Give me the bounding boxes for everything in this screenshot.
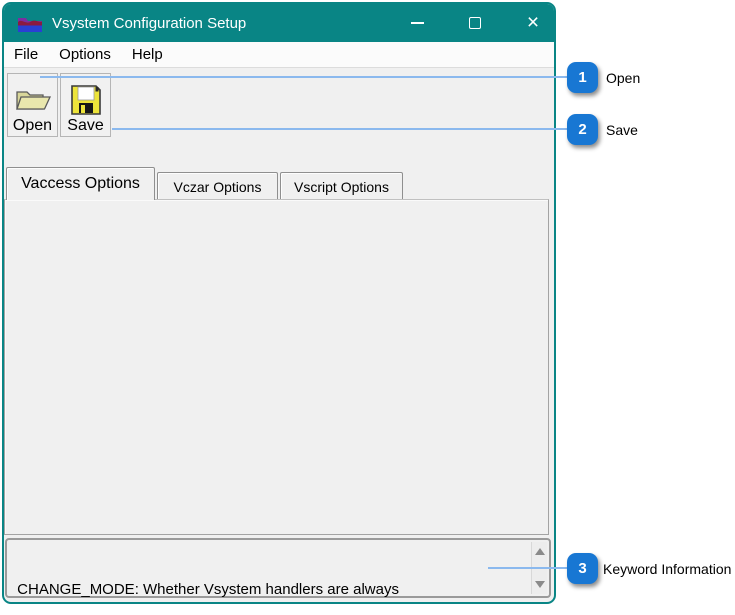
callout-badge-2: 2 xyxy=(567,114,598,145)
save-button[interactable]: Save xyxy=(60,73,111,137)
callout-label-save: Save xyxy=(606,122,638,138)
keyword-information-box: CHANGE_MODE: Whether Vsystem handlers ar… xyxy=(5,538,551,598)
save-button-label: Save xyxy=(67,117,103,135)
keyword-info-line1: CHANGE_MODE: Whether Vsystem handlers ar… xyxy=(13,581,525,599)
close-icon: × xyxy=(527,15,539,31)
callout-label-open: Open xyxy=(606,70,640,86)
maximize-icon xyxy=(469,17,481,29)
open-folder-icon xyxy=(14,85,52,116)
menu-options[interactable]: Options xyxy=(59,46,111,63)
menu-file[interactable]: File xyxy=(14,46,38,63)
tab-label: Vscript Options xyxy=(294,179,389,195)
open-button[interactable]: Open xyxy=(7,73,58,137)
scroll-down-icon[interactable] xyxy=(535,581,545,593)
minimize-button[interactable] xyxy=(409,15,425,31)
title-bar[interactable]: Vsystem Configuration Setup × xyxy=(4,4,554,42)
app-icon xyxy=(17,13,43,33)
menu-bar: File Options Help xyxy=(4,42,554,68)
tab-vczar-options[interactable]: Vczar Options xyxy=(157,172,278,200)
scroll-up-icon[interactable] xyxy=(535,543,545,555)
tab-label: Vaccess Options xyxy=(21,175,140,193)
tab-vaccess-options[interactable]: Vaccess Options xyxy=(6,167,155,200)
callout-line-2 xyxy=(112,128,568,130)
menu-help[interactable]: Help xyxy=(132,46,163,63)
keyword-information-text: CHANGE_MODE: Whether Vsystem handlers ar… xyxy=(13,545,525,604)
tab-strip: Vaccess Options Vczar Options Vscript Op… xyxy=(4,163,554,200)
toolbar: Open Save xyxy=(4,68,554,145)
callout-badge-3: 3 xyxy=(567,553,598,584)
minimize-icon xyxy=(411,22,424,24)
callout-badge-1: 1 xyxy=(567,62,598,93)
window-title: Vsystem Configuration Setup xyxy=(52,15,246,32)
callout-line-1 xyxy=(40,76,568,78)
floppy-disk-icon xyxy=(70,84,102,116)
callout-label-keyword: Keyword Information xyxy=(603,561,731,577)
maximize-button[interactable] xyxy=(467,15,483,31)
tab-panel xyxy=(4,199,549,535)
close-button[interactable]: × xyxy=(525,15,541,31)
tab-label: Vczar Options xyxy=(174,179,262,195)
open-button-label: Open xyxy=(13,117,52,135)
app-window: Vsystem Configuration Setup × File Optio… xyxy=(2,2,556,604)
callout-line-3 xyxy=(488,567,568,569)
tab-vscript-options[interactable]: Vscript Options xyxy=(280,172,403,200)
screenshot-canvas: Vsystem Configuration Setup × File Optio… xyxy=(0,0,735,615)
window-controls: × xyxy=(409,4,541,42)
